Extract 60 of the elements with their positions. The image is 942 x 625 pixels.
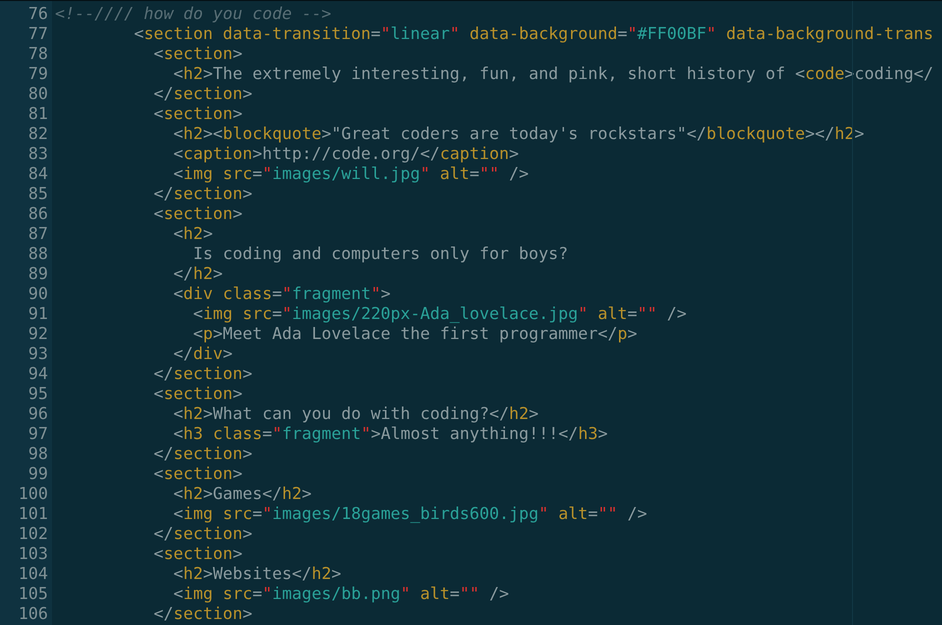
code-line: <img src="images/220px-Ada_lovelace.jpg" alt="" /> xyxy=(192,304,687,324)
code-line: <section data-transition="linear" data-background="#FF00BF" data-background-trans xyxy=(132,24,934,44)
code-line: <!--//// how do you code --> xyxy=(55,4,332,24)
line-number: 99 xyxy=(28,464,48,484)
code-line: </section> xyxy=(152,604,252,624)
code-line: <img src="images/will.jpg" alt="" /> xyxy=(172,164,529,184)
line-number: 106 xyxy=(18,604,48,624)
line-number: 76 xyxy=(28,4,48,24)
code-line: <section> xyxy=(152,464,243,484)
line-number: 80 xyxy=(28,84,48,104)
code-line: <p>Meet Ada Lovelace the first programmer</p> xyxy=(192,324,638,344)
line-number: 92 xyxy=(28,324,48,344)
code-line: <section> xyxy=(152,384,243,404)
code-line: <img src="images/18games_birds600.jpg" alt="" /> xyxy=(172,504,648,524)
code-line: </section> xyxy=(152,84,252,104)
code-line: <section> xyxy=(152,204,243,224)
line-number: 88 xyxy=(28,244,48,264)
line-number: 82 xyxy=(28,124,48,144)
code-line: </h2> xyxy=(172,264,223,284)
line-number: 77 xyxy=(28,24,48,44)
code-line: <h2>Games</h2> xyxy=(172,484,312,504)
line-number: 101 xyxy=(18,504,48,524)
code-line: <h3 class="fragment">Almost anything!!!</h3> xyxy=(172,424,608,444)
line-number: 103 xyxy=(18,544,48,564)
line-number: 87 xyxy=(28,224,48,244)
code-line: <caption>http://code.org/</caption> xyxy=(172,144,519,164)
code-line: <section> xyxy=(152,544,243,564)
line-number: 105 xyxy=(18,584,48,604)
line-number: 96 xyxy=(28,404,48,424)
code-line: </section> xyxy=(152,364,252,384)
code-line: <h2>What can you do with coding?</h2> xyxy=(172,404,539,424)
line-number: 81 xyxy=(28,104,48,124)
line-number: 90 xyxy=(28,284,48,304)
line-number: 79 xyxy=(28,64,48,84)
line-number: 98 xyxy=(28,444,48,464)
line-number: 93 xyxy=(28,344,48,364)
code-line: <div class="fragment"> xyxy=(172,284,391,304)
code-line: </section> xyxy=(152,444,252,464)
code-line: </section> xyxy=(152,524,252,544)
line-number: 84 xyxy=(28,164,48,184)
line-number: 95 xyxy=(28,384,48,404)
code-line: <h2>Websites</h2> xyxy=(172,564,342,584)
line-number: 104 xyxy=(18,564,48,584)
code-line: <section> xyxy=(152,44,243,64)
line-number: 100 xyxy=(18,484,48,504)
code-line: <h2> xyxy=(172,224,213,244)
line-number: 85 xyxy=(28,184,48,204)
line-number: 86 xyxy=(28,204,48,224)
line-number: 89 xyxy=(28,264,48,284)
line-number: 83 xyxy=(28,144,48,164)
code-line: </div> xyxy=(172,344,233,364)
code-line: <img src="images/bb.png" alt="" /> xyxy=(172,584,510,604)
line-number: 91 xyxy=(28,304,48,324)
line-number: 94 xyxy=(28,364,48,384)
code-line: </section> xyxy=(152,184,252,204)
code-line: <section> xyxy=(152,104,243,124)
line-number: 102 xyxy=(18,524,48,544)
code-line: Is coding and computers only for boys? xyxy=(192,244,568,264)
line-number: 97 xyxy=(28,424,48,444)
line-number: 78 xyxy=(28,44,48,64)
